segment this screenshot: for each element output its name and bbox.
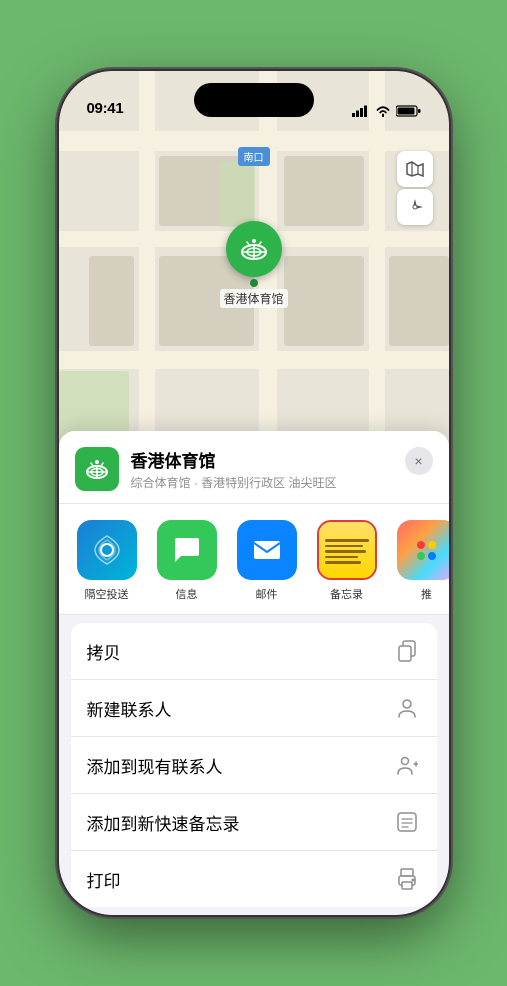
venue-header: 香港体育馆 综合体育馆 · 香港特别行政区 油尖旺区 × <box>59 431 449 504</box>
app-item-notes[interactable]: 备忘录 <box>311 520 383 602</box>
app-item-messages[interactable]: 信息 <box>151 520 223 602</box>
mail-label: 邮件 <box>256 586 278 602</box>
action-print[interactable]: 打印 <box>71 851 437 907</box>
airdrop-label: 隔空投送 <box>85 586 129 602</box>
bottom-sheet: 香港体育馆 综合体育馆 · 香港特别行政区 油尖旺区 × <box>59 431 449 915</box>
action-quick-note-label: 添加到新快速备忘录 <box>87 810 240 835</box>
person-add-icon <box>393 751 421 779</box>
messages-icon <box>157 520 217 580</box>
messages-label: 信息 <box>176 586 198 602</box>
note-icon <box>393 808 421 836</box>
apps-list: 隔空投送 信息 <box>71 520 437 602</box>
action-copy[interactable]: 拷贝 <box>71 623 437 680</box>
map-controls <box>397 151 433 225</box>
venue-info: 香港体育馆 综合体育馆 · 香港特别行政区 油尖旺区 <box>131 447 393 491</box>
copy-icon <box>393 637 421 665</box>
action-quick-note[interactable]: 添加到新快速备忘录 <box>71 794 437 851</box>
pin-label: 香港体育馆 <box>219 289 287 308</box>
phone-frame: 09:41 <box>59 71 449 915</box>
pin-dot <box>249 279 257 287</box>
action-new-contact-label: 新建联系人 <box>87 696 172 721</box>
location-button[interactable] <box>397 189 433 225</box>
action-copy-label: 拷贝 <box>87 639 121 664</box>
action-add-contact-label: 添加到现有联系人 <box>87 753 223 778</box>
more-label: 推 <box>421 586 432 602</box>
app-item-more[interactable]: 推 <box>391 520 449 602</box>
venue-description: 综合体育馆 · 香港特别行政区 油尖旺区 <box>131 474 393 491</box>
venue-name: 香港体育馆 <box>131 447 393 472</box>
venue-icon <box>75 447 119 491</box>
person-icon <box>393 694 421 722</box>
app-item-airdrop[interactable]: 隔空投送 <box>71 520 143 602</box>
battery-icon <box>396 105 421 117</box>
map-type-button[interactable] <box>397 151 433 187</box>
print-icon <box>393 865 421 893</box>
dynamic-island <box>194 83 314 117</box>
status-time: 09:41 <box>87 100 124 117</box>
close-button[interactable]: × <box>405 447 433 475</box>
stadium-pin: 香港体育馆 <box>219 221 287 308</box>
action-print-label: 打印 <box>87 867 121 892</box>
notes-icon <box>319 522 375 578</box>
map-entrance-label: 南口 <box>238 147 270 166</box>
notes-label: 备忘录 <box>330 586 363 602</box>
share-apps-row: 隔空投送 信息 <box>59 504 449 615</box>
more-icon <box>397 520 449 580</box>
mail-icon <box>237 520 297 580</box>
app-item-mail[interactable]: 邮件 <box>231 520 303 602</box>
airdrop-icon <box>77 520 137 580</box>
more-dots <box>417 541 436 560</box>
action-add-contact[interactable]: 添加到现有联系人 <box>71 737 437 794</box>
signal-icon <box>352 105 370 117</box>
wifi-icon <box>375 105 391 117</box>
action-new-contact[interactable]: 新建联系人 <box>71 680 437 737</box>
notes-lines <box>319 531 375 570</box>
action-rows: 拷贝 新建联系人 <box>71 623 437 907</box>
status-icons <box>352 105 421 117</box>
